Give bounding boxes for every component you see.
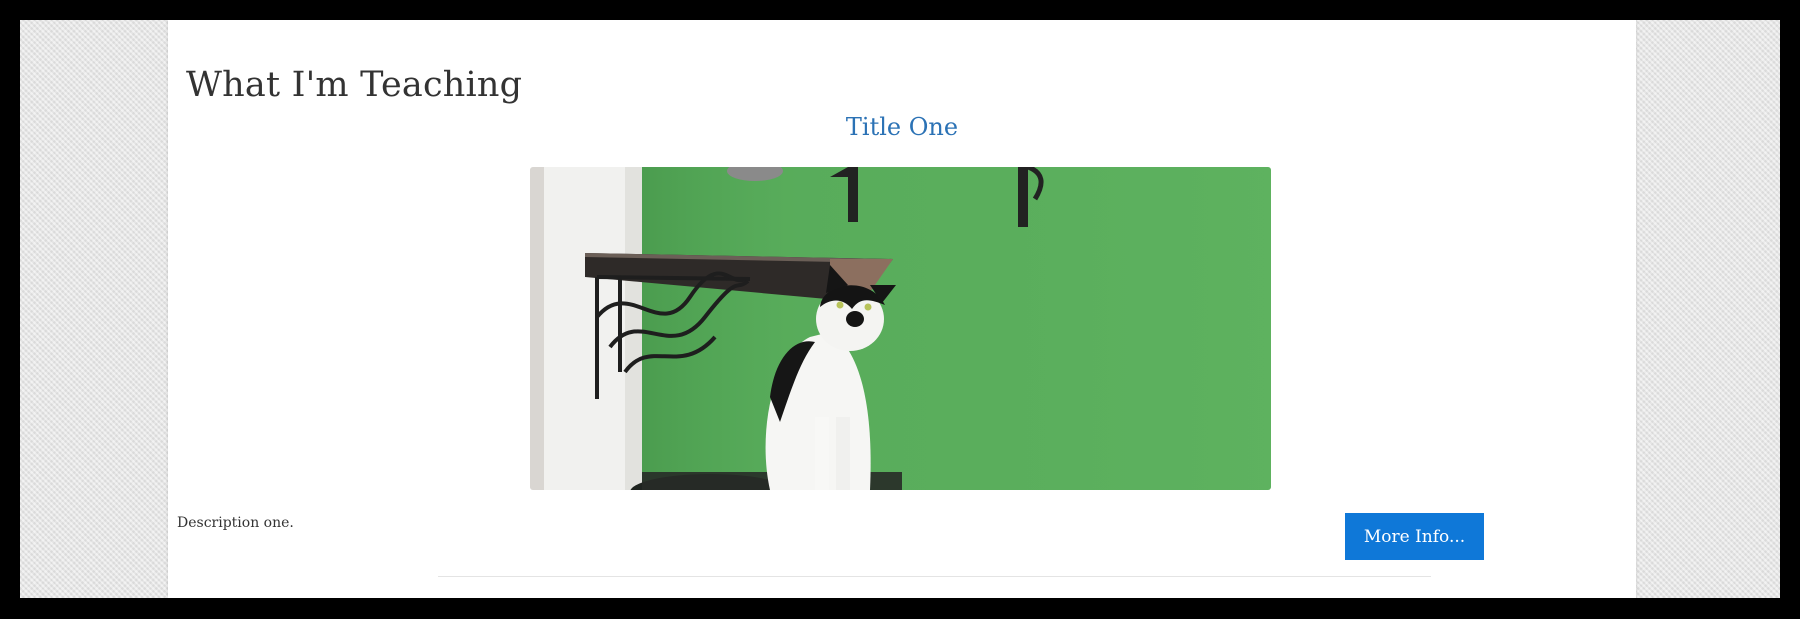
course-title: Title One [168, 113, 1636, 141]
page-background: What I'm Teaching Title One Description … [20, 20, 1780, 598]
divider [438, 576, 1431, 577]
course-image[interactable] [530, 167, 1271, 490]
course-title-link[interactable]: Title One [846, 113, 958, 141]
more-info-button[interactable]: More Info... [1345, 513, 1484, 560]
main-content: What I'm Teaching Title One Description … [168, 20, 1636, 598]
page-title: What I'm Teaching [186, 65, 523, 105]
course-description: Description one. [177, 515, 294, 531]
